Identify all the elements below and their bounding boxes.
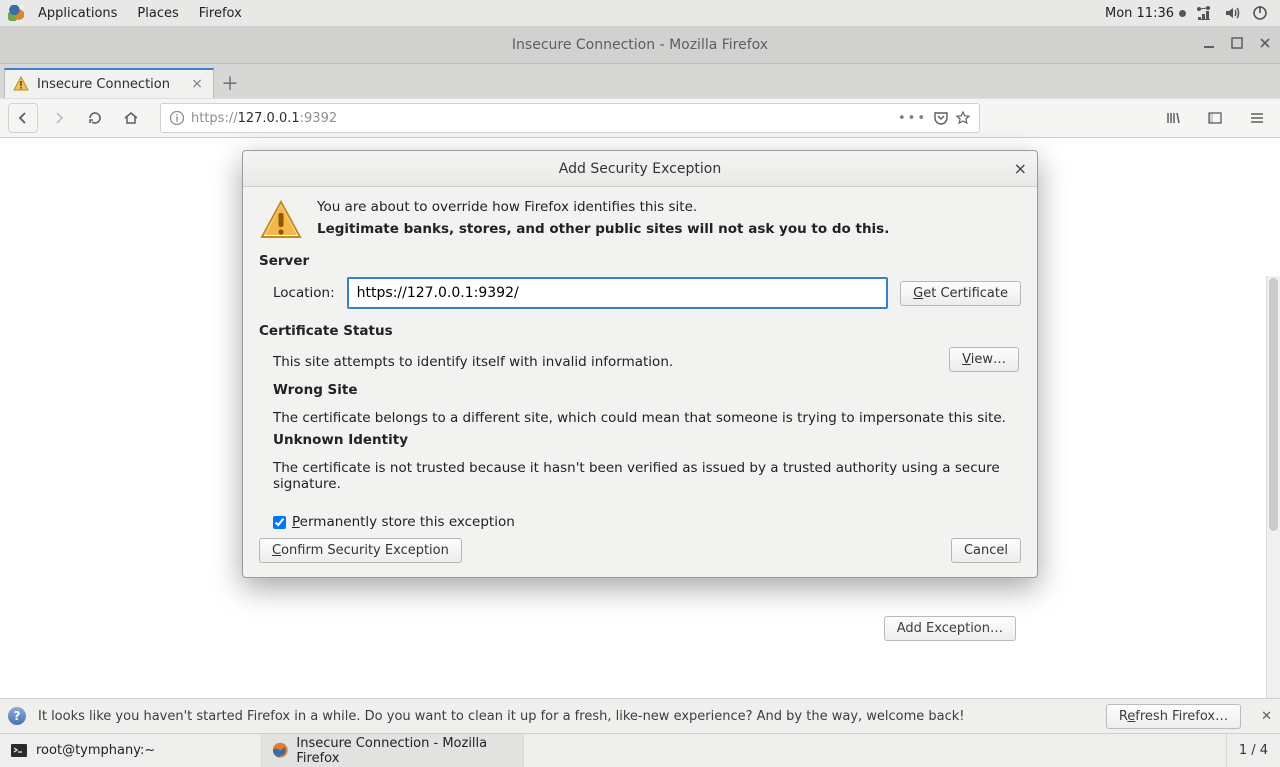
dialog-close-icon[interactable]: × xyxy=(1014,159,1027,178)
menu-applications[interactable]: Applications xyxy=(28,6,127,21)
tab-title: Insecure Connection xyxy=(37,77,170,92)
question-icon: ? xyxy=(8,707,26,725)
tab-insecure-connection[interactable]: Insecure Connection × xyxy=(4,68,214,98)
hamburger-menu-icon[interactable] xyxy=(1242,103,1272,133)
taskbar: root@tymphany:~ Insecure Connection - Mo… xyxy=(0,733,1280,767)
task-firefox-label: Insecure Connection - Mozilla Firefox xyxy=(296,736,513,766)
cert-status-text: This site attempts to identify itself wi… xyxy=(273,354,673,370)
tab-close-icon[interactable]: × xyxy=(191,76,203,92)
sidebar-icon[interactable] xyxy=(1200,103,1230,133)
task-terminal[interactable]: root@tymphany:~ xyxy=(0,734,262,767)
infobar-close-icon[interactable]: ✕ xyxy=(1261,709,1272,724)
url-text: https://127.0.0.1:9392 xyxy=(191,111,337,126)
distro-logo-icon xyxy=(8,5,24,21)
page-scrollbar[interactable] xyxy=(1266,276,1280,698)
unknown-identity-text: The certificate is not trusted because i… xyxy=(273,460,1021,492)
reload-button[interactable] xyxy=(80,103,110,133)
add-security-exception-dialog: Add Security Exception × You are about t… xyxy=(242,150,1038,578)
system-tray xyxy=(1196,5,1272,21)
wrong-site-text: The certificate belongs to a different s… xyxy=(273,410,1021,426)
firefox-icon xyxy=(272,742,288,760)
pocket-icon[interactable] xyxy=(933,110,949,126)
unknown-identity-heading: Unknown Identity xyxy=(273,432,1021,448)
get-certificate-button[interactable]: Get Certificate xyxy=(900,281,1021,306)
location-label: Location: xyxy=(273,285,335,301)
forward-button[interactable] xyxy=(44,103,74,133)
volume-icon[interactable] xyxy=(1224,5,1240,21)
home-button[interactable] xyxy=(116,103,146,133)
dialog-title: Add Security Exception xyxy=(559,161,721,177)
dialog-titlebar[interactable]: Add Security Exception × xyxy=(243,151,1037,187)
wrong-site-heading: Wrong Site xyxy=(273,382,1021,398)
page-actions-icon[interactable]: ••• xyxy=(898,111,927,126)
confirm-exception-button[interactable]: Confirm Security Exception xyxy=(259,538,462,563)
back-button[interactable] xyxy=(8,103,38,133)
cancel-button[interactable]: Cancel xyxy=(951,538,1021,563)
window-maximize-icon[interactable] xyxy=(1228,34,1246,52)
library-icon[interactable] xyxy=(1158,103,1188,133)
workspace-indicator[interactable]: 1 / 4 xyxy=(1226,734,1280,767)
add-exception-button[interactable]: Add Exception… xyxy=(884,616,1016,641)
server-heading: Server xyxy=(259,253,1021,269)
power-icon[interactable] xyxy=(1252,5,1268,21)
view-certificate-button[interactable]: View… xyxy=(949,347,1019,372)
gnome-top-bar: Applications Places Firefox Mon 11:36 xyxy=(0,0,1280,26)
new-tab-button[interactable]: ＋ xyxy=(214,68,246,98)
refresh-infobar: ? It looks like you haven't started Fire… xyxy=(0,698,1280,733)
perm-store-checkbox[interactable] xyxy=(273,516,286,529)
nav-toolbar: https://127.0.0.1:9392 ••• xyxy=(0,98,1280,138)
infobar-text: It looks like you haven't started Firefo… xyxy=(38,709,1094,724)
location-input[interactable] xyxy=(347,277,889,309)
dialog-warn-line2: Legitimate banks, stores, and other publ… xyxy=(317,221,889,237)
url-bar[interactable]: https://127.0.0.1:9392 ••• xyxy=(160,103,980,133)
menu-places[interactable]: Places xyxy=(127,6,188,21)
network-icon[interactable] xyxy=(1196,5,1212,21)
dialog-warn-line1: You are about to override how Firefox id… xyxy=(317,199,889,215)
window-close-icon[interactable] xyxy=(1256,34,1274,52)
connection-info-icon[interactable] xyxy=(169,110,185,126)
warning-icon xyxy=(13,76,29,92)
clock[interactable]: Mon 11:36 xyxy=(1095,6,1196,21)
task-terminal-label: root@tymphany:~ xyxy=(36,743,155,758)
bookmark-star-icon[interactable] xyxy=(955,110,971,126)
menu-firefox[interactable]: Firefox xyxy=(189,6,252,21)
terminal-icon xyxy=(10,742,28,760)
perm-store-checkbox-row[interactable]: Permanently store this exception xyxy=(273,514,1021,530)
window-minimize-icon[interactable] xyxy=(1200,34,1218,52)
refresh-firefox-button[interactable]: Refresh Firefox… xyxy=(1106,704,1241,729)
warning-triangle-icon xyxy=(259,199,303,243)
task-firefox[interactable]: Insecure Connection - Mozilla Firefox xyxy=(262,734,524,767)
tab-strip: Insecure Connection × ＋ xyxy=(0,64,1280,98)
window-titlebar[interactable]: Insecure Connection - Mozilla Firefox xyxy=(0,26,1280,64)
cert-status-heading: Certificate Status xyxy=(259,323,1021,339)
window-title: Insecure Connection - Mozilla Firefox xyxy=(512,37,768,53)
